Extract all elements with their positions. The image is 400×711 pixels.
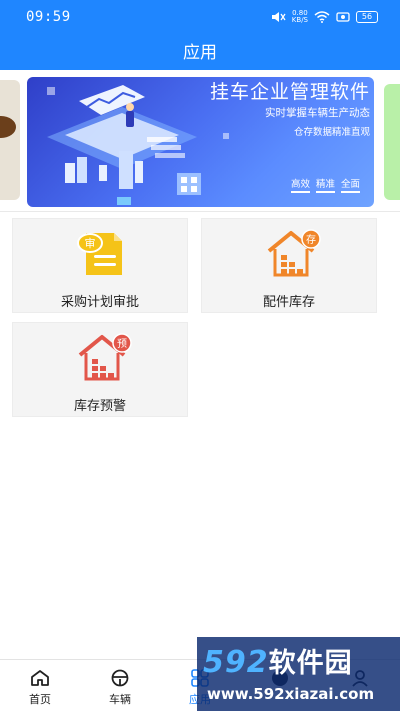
approval-badge-text: 审 [85, 236, 96, 250]
watermark-brand: 592软件园 [203, 641, 353, 680]
banner-tag: 精准 [315, 176, 335, 193]
approval-document-icon: 审 [77, 233, 122, 275]
page-title: 应用 [183, 43, 217, 63]
tile-parts-inventory[interactable]: 存 配件库存 [201, 218, 377, 313]
banner-next-slide[interactable] [384, 84, 400, 200]
network-speed-unit: KB/S [291, 16, 308, 24]
home-icon [31, 670, 49, 686]
warning-warehouse-icon: 预 [78, 333, 132, 381]
banner-subtitle-2: 仓存数据精准直观 [293, 127, 370, 138]
mute-icon [271, 12, 286, 22]
network-speed: 0.80 KB/S [292, 10, 308, 24]
section-divider [0, 211, 400, 212]
steering-wheel-icon [111, 669, 129, 687]
tab-label: 首页 [29, 693, 51, 706]
screen-record-icon [336, 12, 350, 22]
banner-tags: 高效 精准 全面 [290, 176, 360, 193]
watermark-brand-text: 软件园 [268, 648, 353, 679]
watermark-overlay: 592软件园 www.592xiazai.com [197, 637, 400, 711]
wifi-icon [314, 11, 330, 23]
banner-title: 挂车企业管理软件 [209, 81, 370, 103]
status-bar: 09:59 0.80 KB/S 56 [0, 0, 400, 32]
inventory-badge-text: 存 [306, 233, 316, 246]
battery-icon: 56 [356, 11, 378, 23]
tile-label: 库存预警 [73, 399, 126, 414]
banner-tag: 高效 [290, 176, 310, 193]
tile-label: 配件库存 [262, 295, 315, 310]
banner-subtitle-1: 实时掌握车辆生产动态 [265, 107, 370, 119]
watermark-url: www.592xiazai.com [207, 685, 375, 703]
tab-home[interactable]: 首页 [0, 660, 80, 711]
banner-tag: 全面 [340, 176, 360, 193]
tab-label: 车辆 [109, 693, 131, 706]
warning-badge-text: 预 [117, 338, 127, 350]
watermark-brand-number: 592 [203, 645, 269, 680]
tile-purchase-approval[interactable]: 审 采购计划审批 [12, 218, 188, 313]
tile-label: 采购计划审批 [60, 295, 139, 310]
tile-inventory-warning[interactable]: 预 库存预警 [12, 322, 188, 417]
app-header: 09:59 0.80 KB/S 56 应用 [0, 0, 400, 70]
status-time: 09:59 [26, 9, 71, 25]
warehouse-icon: 存 [267, 229, 321, 277]
banner-slide[interactable]: 挂车企业管理软件 实时掌握车辆生产动态 仓存数据精准直观 高效 精准 全面 [27, 77, 374, 207]
status-icons: 0.80 KB/S 56 [270, 8, 378, 26]
banner-prev-slide[interactable] [0, 80, 20, 200]
tab-vehicles[interactable]: 车辆 [80, 660, 160, 711]
